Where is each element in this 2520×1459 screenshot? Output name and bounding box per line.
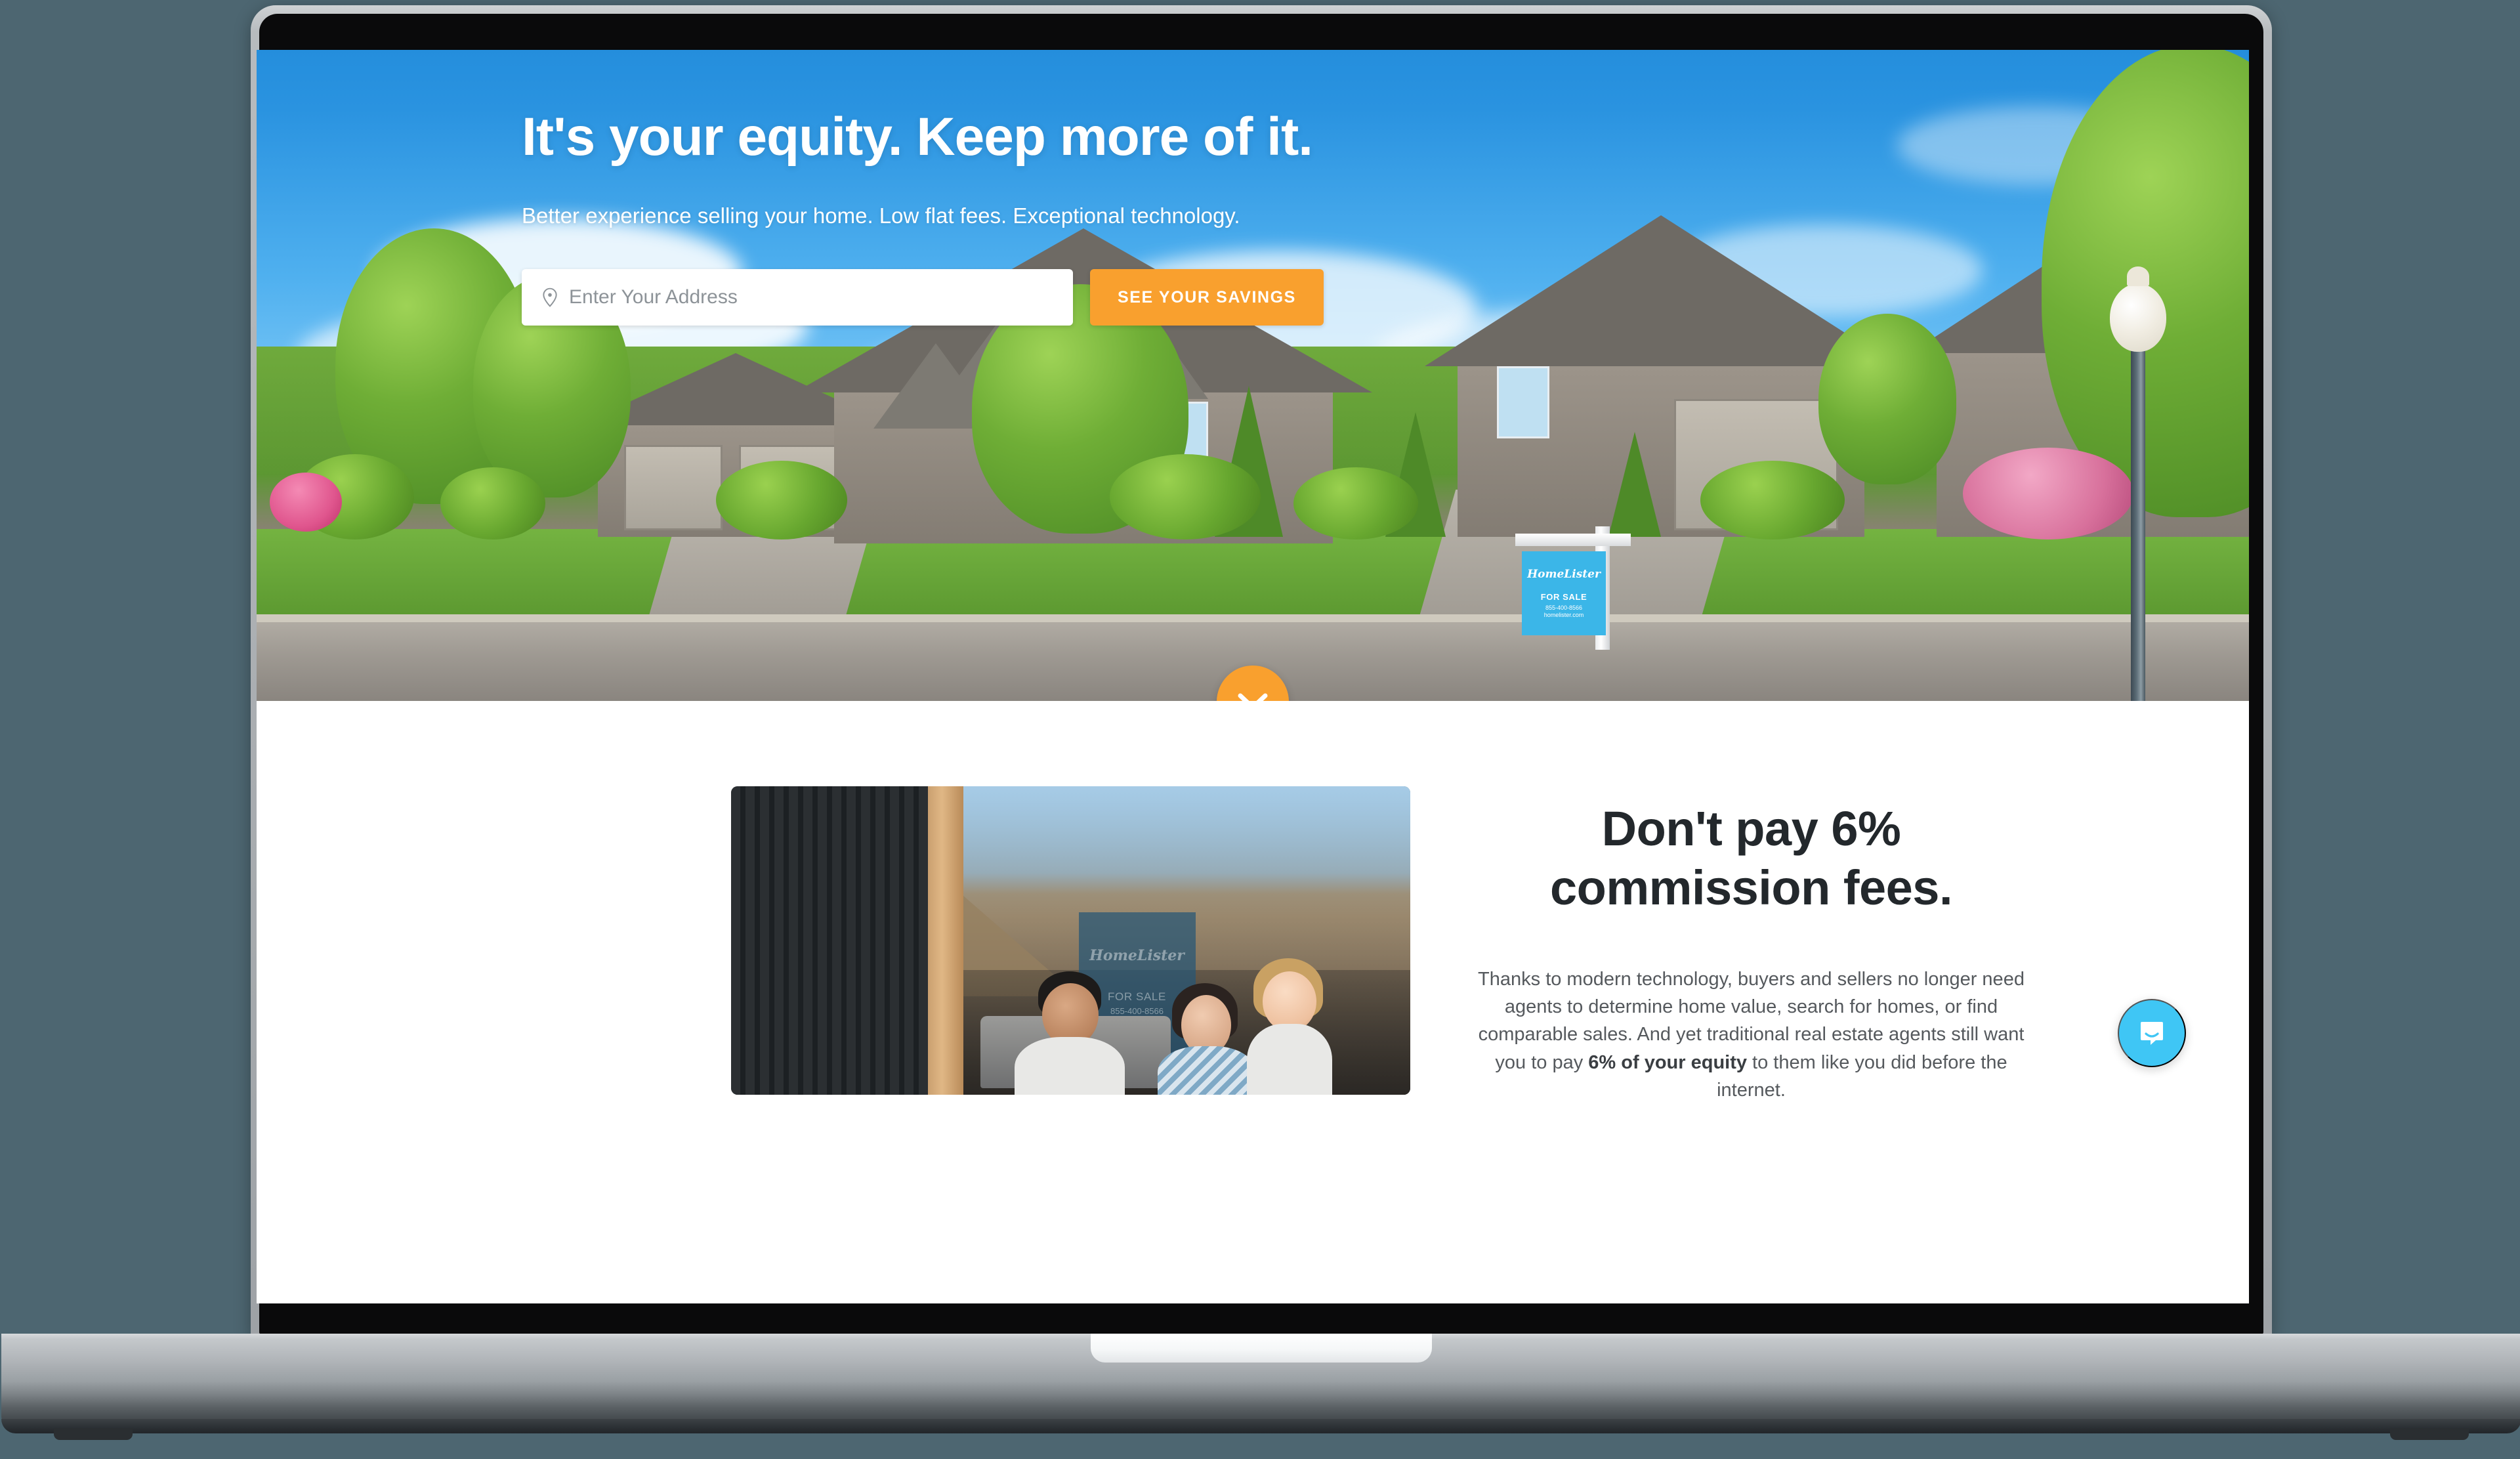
page-background: HomeLister FOR SALE 855-400-8566 homelis… xyxy=(0,0,2520,1459)
laptop-base-lip xyxy=(1,1419,2520,1433)
laptop-open-notch xyxy=(1091,1334,1432,1363)
browser-viewport: HomeLister FOR SALE 855-400-8566 homelis… xyxy=(257,50,2249,1303)
chat-widget-button[interactable] xyxy=(2118,999,2186,1068)
value-heading: Don't pay 6% commission fees. xyxy=(1463,799,2040,918)
laptop-foot-left xyxy=(54,1428,133,1440)
conifer xyxy=(1608,432,1661,537)
map-pin-icon xyxy=(543,287,557,307)
value-section: HomeLister FOR SALE 855-400-8566 homelis… xyxy=(257,701,2249,1105)
value-heading-line-2: commission fees. xyxy=(1549,860,1953,916)
shrub xyxy=(1110,454,1261,539)
chat-bubble-icon xyxy=(2141,1022,2163,1046)
wood-trim xyxy=(927,786,963,1095)
value-heading-line-1: Don't pay 6% xyxy=(1601,801,1901,856)
sign-logo: HomeLister xyxy=(1527,567,1601,581)
address-input-wrapper[interactable] xyxy=(522,269,1073,326)
reflected-sign-status: FOR SALE xyxy=(1108,990,1166,1003)
sign-status: FOR SALE xyxy=(1540,591,1587,602)
hero-section: HomeLister FOR SALE 855-400-8566 homelis… xyxy=(257,50,2249,701)
value-body: Thanks to modern technology, buyers and … xyxy=(1463,965,2040,1105)
hero-content: It's your equity. Keep more of it. Bette… xyxy=(257,50,2249,326)
address-input[interactable] xyxy=(558,269,1073,326)
value-body-bold: 6% of your equity xyxy=(1588,1051,1747,1073)
child-body xyxy=(1246,1024,1332,1095)
hero-title: It's your equity. Keep more of it. xyxy=(522,107,1313,167)
flowering-shrub xyxy=(1963,448,2133,539)
siding-slats xyxy=(730,786,928,1095)
shrub xyxy=(716,461,847,539)
laptop-mockup: HomeLister FOR SALE 855-400-8566 homelis… xyxy=(1,5,2520,1440)
see-your-savings-button[interactable]: SEE YOUR SAVINGS xyxy=(1090,269,1324,326)
chevron-down-icon xyxy=(1238,693,1268,701)
child-head xyxy=(1262,971,1316,1032)
sign-phone: 855-400-8566 xyxy=(1545,604,1583,611)
reflected-sign-phone: 855-400-8566 xyxy=(1110,1006,1164,1016)
man-body xyxy=(1014,1037,1125,1095)
shrub xyxy=(1700,461,1845,539)
value-body-after: to them like you did before the internet… xyxy=(1717,1051,2007,1101)
woman-body xyxy=(1157,1046,1256,1095)
tree xyxy=(1818,314,1956,484)
reflected-sign-logo: HomeLister xyxy=(1089,947,1185,964)
flowering-shrub xyxy=(270,473,342,532)
family-window-photo: HomeLister FOR SALE 855-400-8566 homelis… xyxy=(730,786,1410,1095)
shrub xyxy=(1293,467,1418,539)
address-search-form: SEE YOUR SAVINGS xyxy=(522,269,2249,326)
shrub xyxy=(440,467,545,539)
hero-subtitle: Better experience selling your home. Low… xyxy=(522,203,1240,228)
value-text-block: Don't pay 6% commission fees. Thanks to … xyxy=(1463,786,2040,1104)
laptop-foot-right xyxy=(2390,1428,2469,1440)
sign-url: homelister.com xyxy=(1544,612,1584,619)
